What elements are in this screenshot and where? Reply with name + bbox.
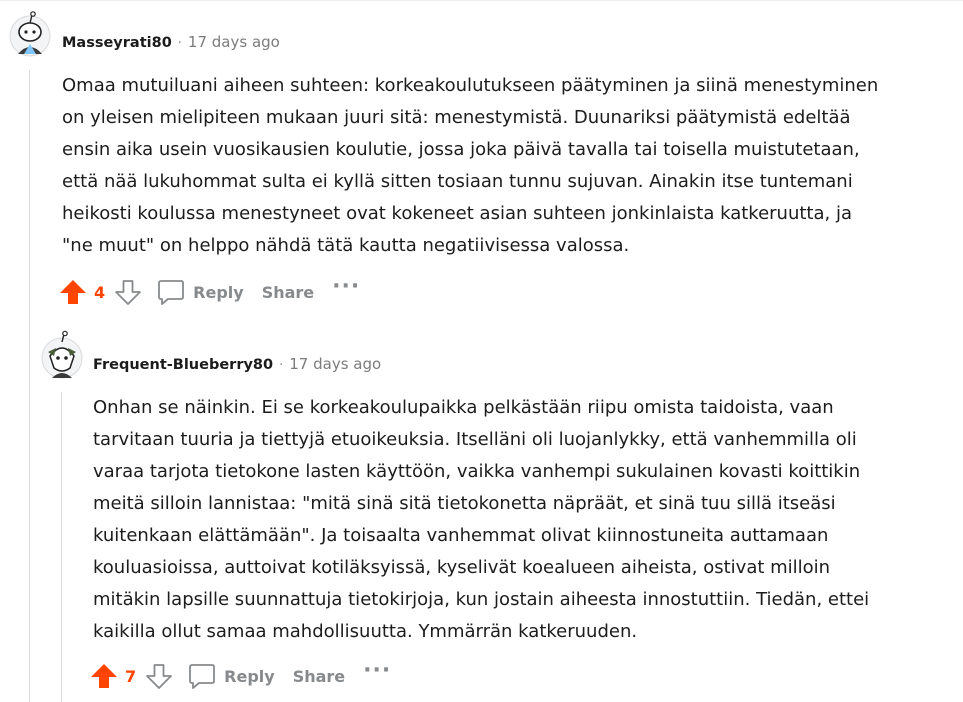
share-button[interactable]: Share — [293, 667, 345, 686]
comment-text-line: "ne muut" on helppo nähdä tätä kautta ne… — [62, 235, 630, 256]
downvote-button[interactable] — [113, 277, 143, 307]
thread-line[interactable] — [29, 70, 30, 702]
upvote-button[interactable] — [89, 661, 119, 691]
comment-body: Omaa mutuiluani aiheen suhteen: korkeako… — [62, 70, 878, 262]
comment-text-line: kouluasioissa, auttoivat kotiläksyissä, … — [93, 557, 831, 578]
comment-meta: Masseyrati80 · 17 days ago — [62, 33, 280, 51]
comment-text-line: ensin aika usein vuosikausien koulutie, … — [62, 139, 860, 160]
reply-button[interactable]: Reply — [188, 662, 275, 690]
downvote-button[interactable] — [144, 661, 174, 691]
comment-actions: 7 Reply Share ··· — [89, 658, 391, 694]
share-label: Share — [292, 666, 346, 686]
more-options-icon[interactable]: ··· — [332, 276, 360, 298]
meta-separator: · — [279, 358, 284, 373]
comment-text-line: mitäkin lapsille suunnattuja tietokirjoj… — [93, 589, 870, 610]
comment-text-line: meitä silloin lannistaa: "mitä sinä sitä… — [93, 493, 836, 514]
avatar[interactable] — [8, 10, 52, 57]
reply-label: Reply — [224, 666, 275, 686]
vote-count: 7 — [125, 666, 137, 686]
comment-author[interactable]: Frequent-Blueberry80 — [93, 357, 273, 373]
reply-button[interactable]: Reply — [157, 278, 244, 306]
comment-actions: 4 Reply Share ··· — [58, 274, 360, 310]
upvote-arrow-icon — [91, 664, 117, 688]
comment-timestamp[interactable]: 17 days ago — [289, 355, 381, 373]
more-options-icon[interactable]: ··· — [363, 660, 391, 682]
comment-timestamp[interactable]: 17 days ago — [188, 33, 280, 51]
downvote-arrow-icon — [115, 280, 142, 305]
comment-text-line: Onhan se näinkin. Ei se korkeakoulupaikk… — [93, 397, 834, 418]
comment-meta: Frequent-Blueberry80 · 17 days ago — [93, 355, 381, 373]
upvote-button[interactable] — [58, 277, 88, 307]
top-divider — [0, 0, 963, 1]
upvote-arrow-icon — [60, 280, 86, 304]
comment-text-line: varaa tarjota tietokone lasten käyttöön,… — [93, 461, 861, 482]
comment-text-line: on yleisen mielipiteen mukaan juuri sitä… — [62, 107, 851, 128]
comment-bubble-icon — [158, 280, 185, 305]
meta-separator: · — [177, 36, 182, 51]
comment-bubble-icon — [189, 664, 216, 689]
comment-text-line: kuitenkaan elättämään". Ja toisaalta van… — [93, 525, 829, 546]
comment-text-line: heikosti koulussa menestyneet ovat koken… — [62, 203, 852, 224]
vote-count: 4 — [94, 282, 106, 302]
share-label: Share — [261, 282, 315, 302]
comment-body: Onhan se näinkin. Ei se korkeakoulupaikk… — [93, 392, 869, 648]
comment-text-line: että nää lukuhommat sulta ei kyllä sitte… — [62, 171, 853, 192]
avatar[interactable] — [40, 330, 84, 379]
comment-text-line: tarvitaan tuuria ja tiettyjä etuoikeuksi… — [93, 429, 857, 450]
comment-author[interactable]: Masseyrati80 — [62, 35, 172, 51]
share-button[interactable]: Share — [262, 283, 314, 302]
downvote-arrow-icon — [146, 664, 173, 689]
comment-text-line: Omaa mutuiluani aiheen suhteen: korkeako… — [62, 75, 879, 96]
comment-text-line: kaikilla ollut samaa mahdollisuutta. Ymm… — [93, 621, 638, 642]
reply-label: Reply — [193, 282, 244, 302]
thread-line-reply[interactable] — [61, 392, 62, 702]
